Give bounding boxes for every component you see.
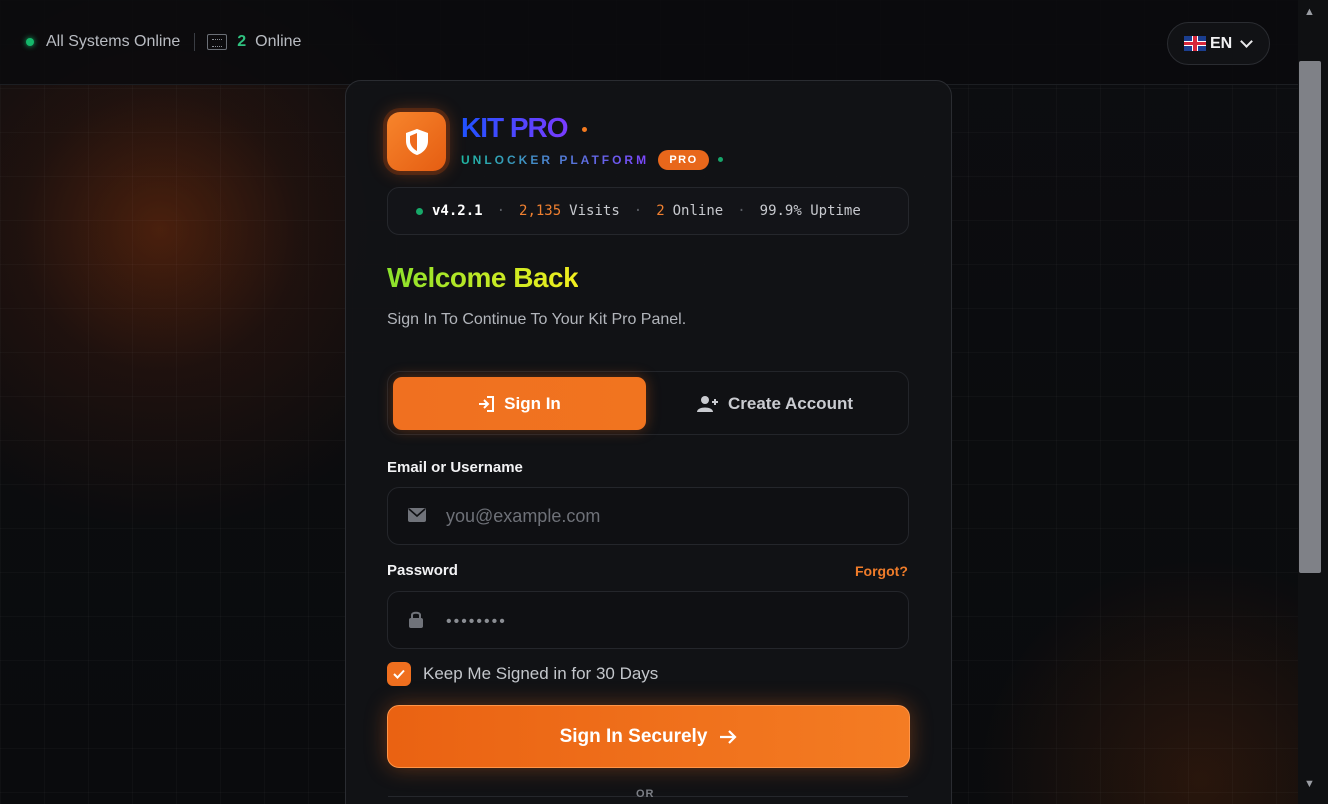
stats-online-label: Online xyxy=(672,203,724,219)
tab-sign-in[interactable]: Sign In xyxy=(393,377,646,430)
pro-badge: PRO xyxy=(658,150,709,170)
email-field-container xyxy=(387,487,909,545)
version-text: v4.2.1 xyxy=(432,203,483,219)
chevron-down-icon xyxy=(1240,34,1254,48)
uk-flag-icon xyxy=(1184,36,1206,51)
password-field-container xyxy=(387,591,909,649)
tab-sign-in-label: Sign In xyxy=(504,393,561,413)
language-code: EN xyxy=(1210,34,1233,52)
sign-in-securely-button[interactable]: Sign In Securely xyxy=(387,705,910,768)
welcome-title: Welcome Back xyxy=(387,262,579,293)
sign-in-icon xyxy=(478,395,495,412)
visits-label: Visits xyxy=(569,203,620,219)
online-label: Online xyxy=(255,33,302,50)
system-status: All Systems Online 2 Online xyxy=(26,33,301,51)
email-label: Email or Username xyxy=(387,459,523,476)
systems-status-text: All Systems Online xyxy=(46,33,181,50)
brand-name: KIT PRO xyxy=(461,112,569,143)
welcome-subtitle: Sign In To Continue To Your Kit Pro Pane… xyxy=(387,311,687,328)
submit-label: Sign In Securely xyxy=(559,725,708,747)
forgot-password-link[interactable]: Forgot? xyxy=(855,563,908,579)
tab-create-account-label: Create Account xyxy=(727,393,853,413)
or-divider-text: OR xyxy=(636,788,655,800)
stats-separator: · xyxy=(633,203,643,219)
tab-create-account[interactable]: Create Account xyxy=(646,377,904,430)
envelope-icon xyxy=(408,508,426,527)
brand-logo xyxy=(387,112,446,171)
arrow-right-icon xyxy=(719,729,737,744)
shield-icon xyxy=(405,128,428,155)
password-input[interactable] xyxy=(446,592,886,648)
status-divider xyxy=(194,33,196,51)
remember-checkbox[interactable] xyxy=(387,662,411,686)
uptime-text: 99.9% Uptime xyxy=(759,203,861,219)
password-label: Password xyxy=(387,562,458,579)
scroll-down-icon[interactable]: ▼ xyxy=(1304,778,1315,790)
tagline-dot xyxy=(718,157,723,162)
brand-tagline: UNLOCKER PLATFORM xyxy=(461,153,650,167)
users-icon xyxy=(207,34,228,50)
stats-separator: · xyxy=(496,203,506,219)
language-selector[interactable]: EN xyxy=(1167,22,1270,65)
stats-online-count: 2 xyxy=(656,203,665,219)
lock-icon xyxy=(408,610,424,634)
status-dot-icon xyxy=(26,38,34,46)
stats-separator: · xyxy=(737,203,746,219)
online-count: 2 xyxy=(237,33,247,50)
visits-count: 2,135 xyxy=(519,203,562,219)
brand-dot xyxy=(582,127,587,132)
top-bar: All Systems Online 2 Online EN xyxy=(0,0,1298,85)
remember-label: Keep Me Signed in for 30 Days xyxy=(423,664,659,683)
checkmark-icon xyxy=(393,669,405,679)
email-input[interactable] xyxy=(446,488,886,544)
user-plus-icon xyxy=(696,395,719,413)
stats-bar: v4.2.1 · 2,135 Visits · 2 Online · 99.9%… xyxy=(387,187,909,235)
scroll-up-icon[interactable]: ▲ xyxy=(1304,6,1315,18)
version-status-dot xyxy=(416,207,423,215)
scrollbar-thumb[interactable] xyxy=(1299,61,1321,573)
remember-me[interactable]: Keep Me Signed in for 30 Days xyxy=(387,662,658,686)
